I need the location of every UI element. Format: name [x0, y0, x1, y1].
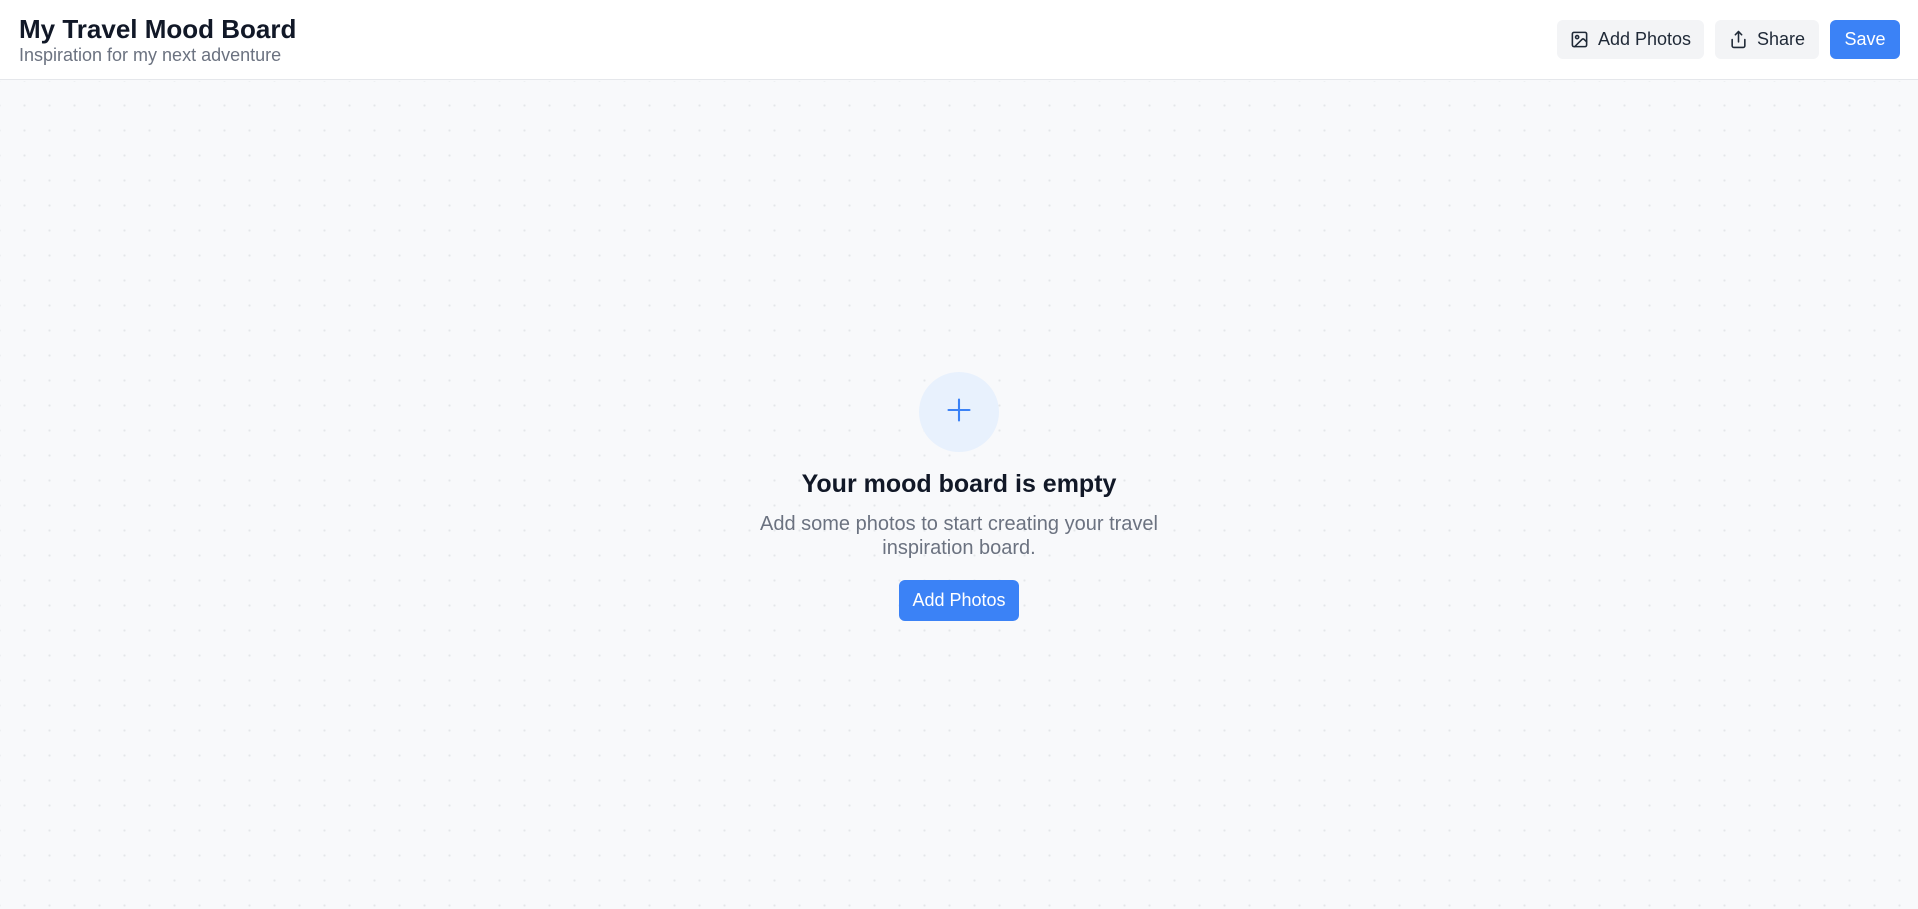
- share-button-label: Share: [1756, 29, 1806, 49]
- page-title: My Travel Mood Board: [19, 14, 297, 44]
- save-button[interactable]: Save: [1830, 20, 1900, 59]
- share-icon: [1729, 30, 1748, 49]
- save-button-label: Save: [1844, 29, 1886, 49]
- app-header: My Travel Mood Board Inspiration for my …: [0, 0, 1918, 80]
- add-photos-button[interactable]: Add Photos: [1557, 20, 1704, 59]
- empty-state-add-photos-button[interactable]: Add Photos: [899, 580, 1019, 621]
- image-icon: [1570, 30, 1589, 49]
- empty-state-title: Your mood board is empty: [801, 470, 1117, 498]
- share-button[interactable]: Share: [1715, 20, 1819, 59]
- add-photos-button-label: Add Photos: [1597, 29, 1692, 49]
- empty-state-icon-circle: [919, 372, 999, 452]
- plus-icon: [945, 396, 973, 429]
- empty-state-description: Add some photos to start creating your t…: [760, 513, 1158, 559]
- page-subtitle: Inspiration for my next adventure: [19, 45, 282, 65]
